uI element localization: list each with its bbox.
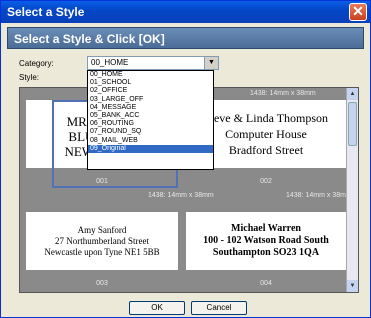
select-style-dialog: Select a Style ✕ Select a Style & Click … [0,0,371,318]
header-title: Select a Style & Click [OK] [14,32,165,46]
title-bar[interactable]: Select a Style ✕ [1,1,370,23]
chevron-down-icon[interactable]: ▼ [347,280,358,292]
style-label: Style: [19,73,40,82]
dialog-header: Select a Style & Click [OK] [7,27,364,49]
category-option[interactable]: 08_MAIL_WEB [88,137,213,145]
card-number: 004 [260,280,272,287]
close-button[interactable]: ✕ [349,3,367,21]
card-dimension: 1438: 14mm x 38mm [250,90,316,97]
style-card-003[interactable]: Amy Sanford 27 Northumberland Street New… [26,212,178,270]
card-line: Newcastle upon Tyne NE1 5BB [44,247,160,257]
category-option[interactable]: 00_HOME [88,71,213,79]
style-card-004[interactable]: Michael Warren 100 - 102 Watson Road Sou… [186,212,346,270]
card-line: 27 Northumberland Street [55,236,149,246]
card-line: 100 - 102 Watson Road South [203,235,329,246]
category-value: 00_HOME [91,58,129,67]
gallery-scrollbar[interactable]: ▲ ▼ [346,88,358,292]
category-select[interactable]: 00_HOME ▼ [87,56,219,70]
chevron-down-icon[interactable]: ▼ [204,57,218,69]
card-number: 002 [260,178,272,185]
category-label: Category: [19,59,54,68]
card-number: 003 [96,280,108,287]
ok-button[interactable]: OK [129,301,185,315]
card-line: Michael Warren [231,223,301,234]
category-option-selected[interactable]: 09_Original [88,144,213,153]
category-option[interactable]: 01_SCHOOL [88,79,213,87]
card-line: Southampton SO23 1QA [212,247,320,258]
category-option[interactable]: 06_ROUTING [88,120,213,128]
card-line: Amy Sanford [77,225,127,235]
category-option[interactable]: 05_BANK_ACC [88,112,213,120]
category-option[interactable]: 02_OFFICE [88,87,213,95]
scrollbar-thumb[interactable] [348,102,357,146]
chevron-up-icon[interactable]: ▲ [347,88,358,100]
card-dimension: 1438: 14mm x 38mm [148,192,214,199]
cancel-button[interactable]: Cancel [191,301,247,315]
category-dropdown-list: 00_HOME 01_SCHOOL 02_OFFICE 03_LARGE_OFF… [87,70,214,170]
window-title: Select a Style [7,5,85,19]
card-dimension: 1438: 14mm x 38mm [286,192,352,199]
category-option[interactable]: 03_LARGE_OFF [88,96,213,104]
category-option[interactable]: 04_MESSAGE [88,104,213,112]
category-option[interactable]: 07_ROUND_SQ [88,128,213,136]
